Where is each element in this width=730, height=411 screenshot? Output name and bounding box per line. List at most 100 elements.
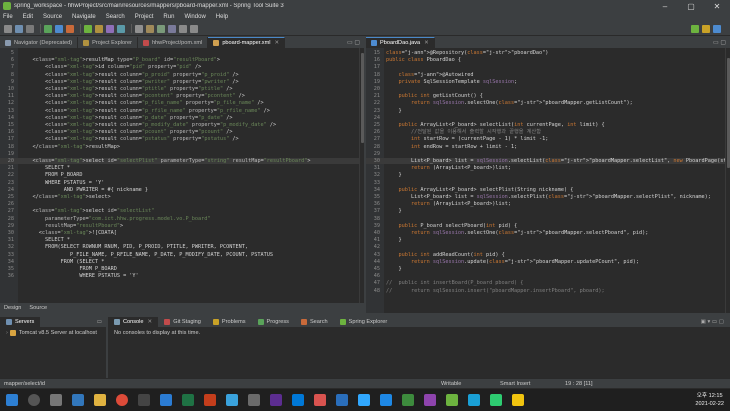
code-line[interactable]: 39 public P_board selectPboard(int pid) …: [366, 223, 730, 229]
store-icon[interactable]: [138, 394, 150, 406]
edge-icon[interactable]: [72, 394, 84, 406]
code-line[interactable]: 33 P_FILE_NAME, P_RFILE_NAME, P_DATE, P_…: [0, 252, 364, 258]
new-class-icon[interactable]: [106, 24, 114, 33]
code-line[interactable]: 26 //전달된 값을 이용해서 출력할 시작행과 끝행을 계산함: [366, 129, 730, 135]
code-line[interactable]: 36 WHERE PSTATUS = 'Y': [0, 273, 364, 279]
xml-editor[interactable]: 56 <class="xml-tag">resultMap type="P_bo…: [0, 48, 364, 303]
code-line[interactable]: 28 int endRow = startRow + limit - 1;: [366, 144, 730, 150]
code-line[interactable]: 25 public ArrayList<P_board> selectList(…: [366, 122, 730, 128]
minimize-maximize-icon[interactable]: ▭ ▢: [713, 39, 730, 46]
code-line[interactable]: 43 public int addReadCount(int pid) {: [366, 252, 730, 258]
task-view-icon[interactable]: [50, 394, 62, 406]
code-line[interactable]: 21 SELECT *: [0, 165, 364, 171]
code-line[interactable]: 36 return (ArrayList<P_board>)list;: [366, 201, 730, 207]
code-line[interactable]: 33: [366, 180, 730, 186]
code-line[interactable]: 32 }: [366, 172, 730, 178]
forward-icon[interactable]: [190, 24, 198, 33]
code-line[interactable]: 34 public ArrayList<P_board> selectPlist…: [366, 187, 730, 193]
close-tab-icon[interactable]: ✕: [275, 40, 280, 46]
code-line[interactable]: 25 </class="xml-tag">select>: [0, 194, 364, 200]
tab-spring-explorer[interactable]: Spring Explorer: [334, 317, 394, 327]
tab-project-explorer[interactable]: Project Explorer: [78, 37, 138, 48]
code-line[interactable]: 15 <class="xml-tag">result column="p_mod…: [0, 122, 364, 128]
photoshop-icon[interactable]: [358, 394, 370, 406]
menu-project[interactable]: Project: [135, 14, 154, 20]
app-icon[interactable]: [402, 394, 414, 406]
app-icon[interactable]: [314, 394, 326, 406]
code-line[interactable]: 17 <class="xml-tag">result column="pstat…: [0, 136, 364, 142]
tab-pom-xml[interactable]: hhwProject/pom.xml: [138, 37, 209, 48]
code-line[interactable]: 35 List<P_board> list = sqlSession.selec…: [366, 194, 730, 200]
debug-icon[interactable]: [55, 24, 63, 33]
code-line[interactable]: 27 <class="xml-tag">select id="selectLis…: [0, 208, 364, 214]
run-icon[interactable]: [44, 24, 52, 33]
code-line[interactable]: 23 WHERE PSTATUS = 'Y': [0, 180, 364, 186]
tab-pboard-mapper[interactable]: pboard-mapper.xml ✕: [208, 37, 286, 48]
new-icon[interactable]: [4, 24, 12, 33]
maximize-button[interactable]: ▢: [678, 2, 704, 11]
next-annotation-icon[interactable]: [157, 24, 165, 33]
save-all-icon[interactable]: [26, 24, 34, 33]
code-line[interactable]: 18 class="j-ann">@Autowired: [366, 72, 730, 78]
code-line[interactable]: 29: [366, 151, 730, 157]
code-line[interactable]: 35 FROM P_BOARD: [0, 266, 364, 272]
close-tab-icon[interactable]: ✕: [424, 40, 429, 46]
menu-run[interactable]: Run: [163, 14, 174, 20]
menu-help[interactable]: Help: [216, 14, 228, 20]
tab-navigator[interactable]: Navigator (Deprecated): [0, 37, 79, 48]
code-line[interactable]: 16 <class="xml-tag">result column="pcoun…: [0, 129, 364, 135]
code-line[interactable]: 31 SELECT *: [0, 237, 364, 243]
code-line[interactable]: 23 }: [366, 108, 730, 114]
word-icon[interactable]: [160, 394, 172, 406]
search-icon[interactable]: [135, 24, 143, 33]
tab-design[interactable]: Design: [4, 305, 21, 311]
tab-problems[interactable]: Problems: [207, 317, 252, 327]
file-explorer-icon[interactable]: [94, 394, 106, 406]
code-line[interactable]: 45 }: [366, 266, 730, 272]
powerpoint-icon[interactable]: [204, 394, 216, 406]
code-line[interactable]: 41 }: [366, 237, 730, 243]
code-line[interactable]: 27 int startRow = (currentPage - 1) * li…: [366, 136, 730, 142]
code-line[interactable]: 12 <class="xml-tag">result column="p_fil…: [0, 100, 364, 106]
kakaotalk-icon[interactable]: [512, 394, 524, 406]
java-editor[interactable]: 15 class="j-ann">@Repository(class="j-str…: [366, 48, 730, 313]
new-package-icon[interactable]: [95, 24, 103, 33]
code-line[interactable]: 38: [366, 216, 730, 222]
java-editor-scrollbar[interactable]: [725, 48, 730, 313]
spring-boot-icon[interactable]: [84, 24, 92, 33]
bottom-splitter[interactable]: [106, 317, 108, 378]
view-menu-icon[interactable]: ▭: [97, 319, 106, 325]
windows-start-icon[interactable]: [6, 394, 18, 406]
code-line[interactable]: 47 // public int insertBoard(P_board pboa…: [366, 280, 730, 286]
tab-servers[interactable]: Servers: [0, 317, 41, 327]
server-item[interactable]: › Tomcat v8.5 Server at localhost: [6, 330, 100, 336]
code-line[interactable]: 37 }: [366, 208, 730, 214]
code-line[interactable]: 46: [366, 273, 730, 279]
code-line[interactable]: 5: [0, 50, 364, 56]
java-perspective-icon[interactable]: [702, 24, 710, 33]
code-line[interactable]: 10 <class="xml-tag">result column="ptitl…: [0, 86, 364, 92]
code-line[interactable]: 29 resultMap="resultPboard">: [0, 223, 364, 229]
visual-studio-icon[interactable]: [270, 394, 282, 406]
cortana-icon[interactable]: [28, 394, 40, 406]
code-line[interactable]: 18 </class="xml-tag">resultMap>: [0, 144, 364, 150]
code-line[interactable]: 13 <class="xml-tag">result column="p_rfi…: [0, 108, 364, 114]
open-type-icon[interactable]: [117, 24, 125, 33]
app-icon[interactable]: [248, 394, 260, 406]
code-line[interactable]: 20 <class="xml-tag">select id="selectPli…: [0, 158, 364, 165]
code-line[interactable]: 44 return sqlSession.update(class="j-str…: [366, 259, 730, 265]
minimize-button[interactable]: –: [652, 2, 678, 11]
app-icon[interactable]: [490, 394, 502, 406]
code-line[interactable]: 28 parameterType="com.ict.hhw.progress.m…: [0, 216, 364, 222]
menu-source[interactable]: Source: [43, 14, 62, 20]
code-line[interactable]: 6 <class="xml-tag">resultMap type="P_boa…: [0, 57, 364, 63]
code-line[interactable]: 48 // return sqlSession.insert("pboardMap…: [366, 288, 730, 294]
close-tab-icon[interactable]: ✕: [148, 319, 153, 325]
back-icon[interactable]: [179, 24, 187, 33]
code-line[interactable]: 34 FROM (SELECT *: [0, 259, 364, 265]
code-line[interactable]: 14 <class="xml-tag">result column="p_dat…: [0, 115, 364, 121]
menu-search[interactable]: Search: [106, 14, 125, 20]
code-line[interactable]: 22 return sqlSession.selectOne(class="j-…: [366, 100, 730, 106]
code-line[interactable]: 19 private SqlSessionTemplate sqlSession…: [366, 79, 730, 85]
sql-icon[interactable]: [336, 394, 348, 406]
